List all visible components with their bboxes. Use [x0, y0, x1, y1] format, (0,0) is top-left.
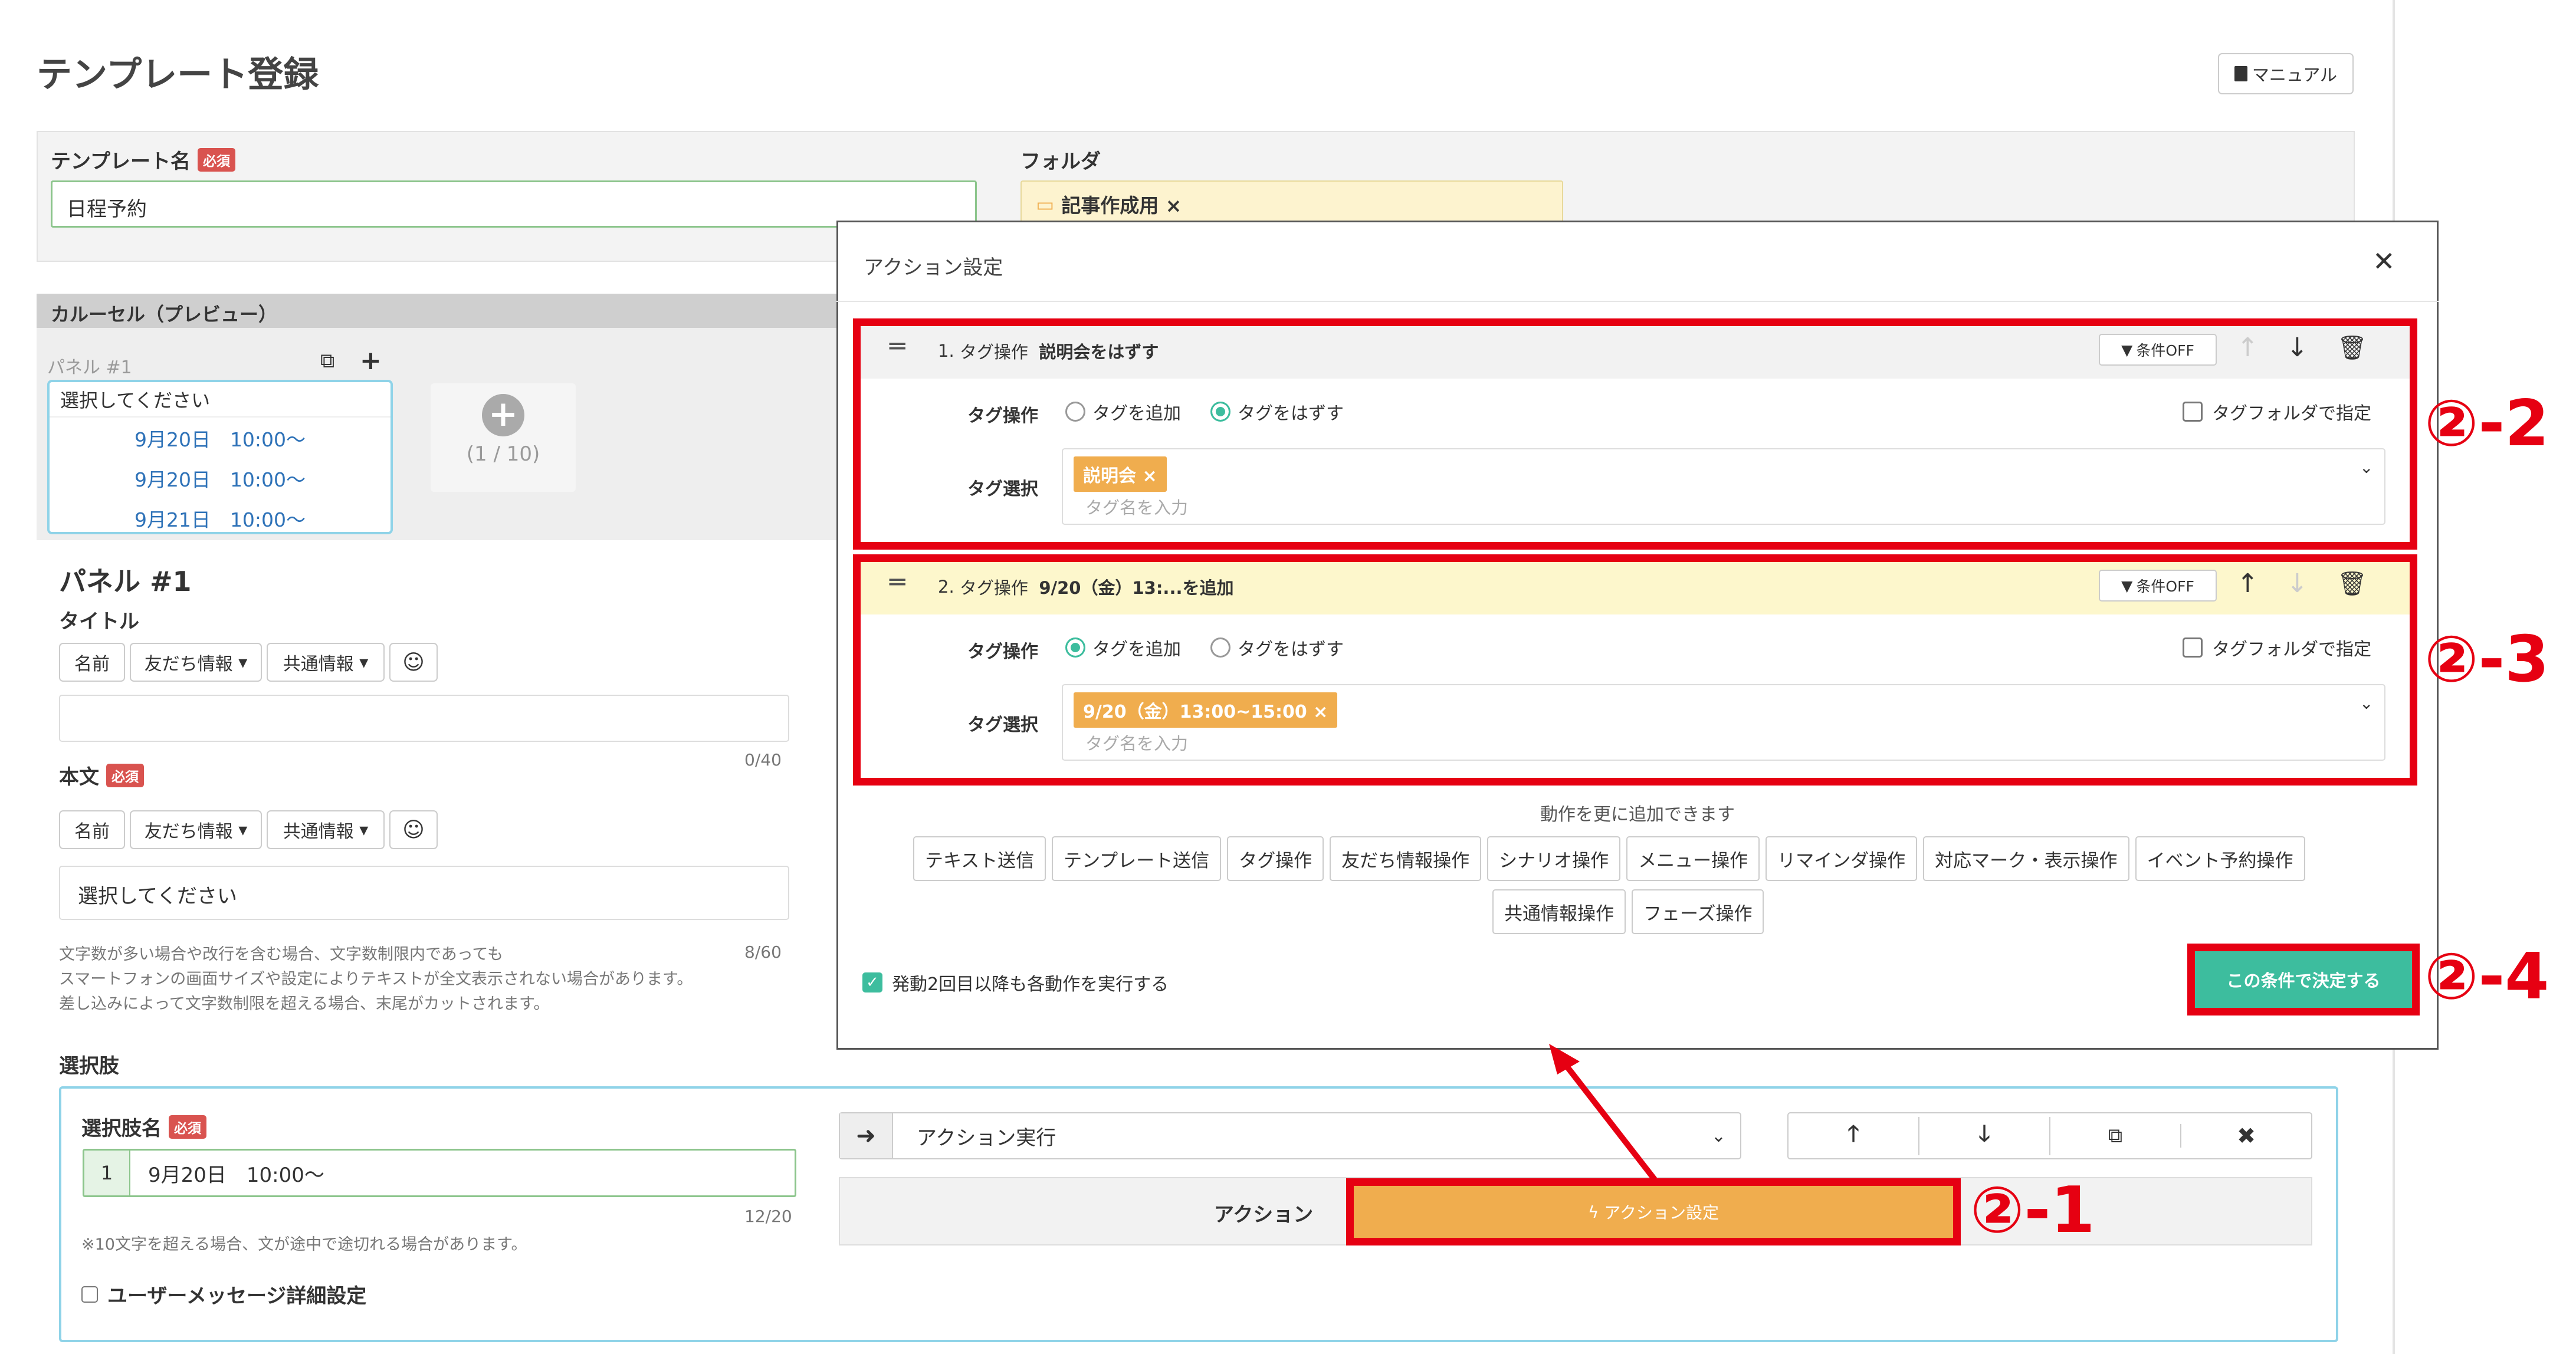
body-insert-toolbar: 名前 友だち情報 ▾ 共通情報 ▾ ☺: [59, 810, 438, 849]
add-scenario-op-button[interactable]: シナリオ操作: [1487, 836, 1621, 881]
user-message-setting[interactable]: ユーザーメッセージ詳細設定: [81, 1280, 366, 1309]
delete-x-icon[interactable]: ✖: [2181, 1123, 2311, 1149]
confirm-button[interactable]: この条件で決定する: [2187, 944, 2420, 1016]
add-panel-icon[interactable]: +: [360, 346, 382, 376]
add-reminder-op-button[interactable]: リマインダ操作: [1766, 836, 1918, 881]
bolt-icon: ϟ: [1588, 1202, 1604, 1222]
choices-label: 選択肢: [59, 1054, 119, 1078]
body-count: 8/60: [744, 942, 782, 962]
add-action-row-2: 共通情報操作 フェーズ操作: [1492, 889, 1764, 934]
manual-button[interactable]: マニュアル: [2218, 53, 2354, 94]
move-up-icon[interactable]: 🡑: [1789, 1116, 1919, 1155]
preview-title: 選択してください: [50, 382, 390, 418]
emoji-icon[interactable]: ☺: [389, 810, 438, 849]
body-notes: 文字数が多い場合や改行を含む場合、文字数制限内であっても スマートフォンの画面サイ…: [59, 945, 693, 1013]
insert-friend-info-button[interactable]: 友だち情報 ▾: [130, 643, 262, 682]
title-input[interactable]: [59, 695, 789, 742]
carousel-header: カルーセル（プレビュー）: [37, 294, 851, 328]
plus-circle-icon: +: [482, 394, 524, 436]
user-message-checkbox[interactable]: [81, 1286, 98, 1303]
preview-choice[interactable]: 9月21日 10:00〜: [50, 500, 390, 540]
close-icon[interactable]: ✕: [2372, 245, 2395, 277]
choice-count: 12/20: [744, 1207, 792, 1226]
emoji-icon[interactable]: ☺: [389, 643, 438, 682]
title-label: タイトル: [59, 610, 139, 633]
add-event-op-button[interactable]: イベント予約操作: [2135, 836, 2305, 881]
repeat-actions-checkbox[interactable]: ✓ 発動2回目以降も各動作を実行する: [862, 970, 1169, 995]
folder-label: フォルダ: [1020, 150, 1101, 173]
preview-card[interactable]: 選択してください 9月20日 10:00〜 9月20日 10:00〜 9月21日…: [47, 380, 393, 534]
add-mark-op-button[interactable]: 対応マーク・表示操作: [1923, 836, 2129, 881]
choice-name-value: 9月20日 10:00〜: [148, 1163, 324, 1187]
add-action-row-1: テキスト送信 テンプレート送信 タグ操作 友だち情報操作 シナリオ操作 メニュー…: [913, 836, 2305, 881]
chevron-down-icon: ⌄: [1711, 1125, 1726, 1146]
annotation-2-3: ②-3: [2424, 623, 2549, 696]
title-count: 0/40: [744, 750, 782, 770]
body-label: 本文 必須: [59, 761, 144, 790]
insert-friend-info-button[interactable]: 友だち情報 ▾: [130, 810, 262, 849]
page-title: テンプレート登録: [37, 54, 319, 96]
copy-icon[interactable]: ⧉: [2050, 1124, 2181, 1148]
annotation-2-2: ②-2: [2424, 387, 2549, 461]
add-tag-op-button[interactable]: タグ操作: [1227, 836, 1324, 881]
choice-order-toolbar: 🡑 🡓 ⧉ ✖: [1787, 1112, 2312, 1159]
highlight-frame-action-2: [853, 554, 2417, 786]
choice-index: 1: [84, 1151, 130, 1195]
add-card[interactable]: + (1 / 10): [431, 383, 576, 492]
choice-name-label: 選択肢名 必須: [81, 1112, 206, 1141]
choice-note: ※10文字を超える場合、文が途中で途切れる場合があります。: [81, 1235, 527, 1254]
annotation-2-4: ②-4: [2424, 940, 2549, 1014]
annotation-2-1: ②-1: [1970, 1174, 2095, 1247]
add-common-info-op-button[interactable]: 共通情報操作: [1492, 889, 1626, 934]
modal-divider: [836, 301, 2439, 302]
preview-choice[interactable]: 9月20日 10:00〜: [50, 460, 390, 500]
add-template-send-button[interactable]: テンプレート送信: [1052, 836, 1222, 881]
panel-heading: パネル #1: [59, 566, 192, 597]
template-name-label: テンプレート名 必須: [51, 145, 235, 174]
folder-icon: ▭: [1036, 192, 1055, 216]
add-text-send-button[interactable]: テキスト送信: [913, 836, 1046, 881]
check-icon[interactable]: ✓: [862, 972, 882, 993]
add-more-text: 動作を更に追加できます: [1540, 804, 1735, 825]
highlight-frame-action-1: [853, 318, 2417, 550]
add-phase-op-button[interactable]: フェーズ操作: [1632, 889, 1764, 934]
annotation-arrow: [1549, 1044, 1657, 1182]
panel-counter: (1 / 10): [466, 442, 540, 466]
title-insert-toolbar: 名前 友だち情報 ▾ 共通情報 ▾ ☺: [59, 643, 438, 682]
add-menu-op-button[interactable]: メニュー操作: [1626, 836, 1760, 881]
add-friend-info-op-button[interactable]: 友だち情報操作: [1330, 836, 1482, 881]
modal-title: アクション設定: [864, 256, 1003, 280]
insert-name-button[interactable]: 名前: [59, 810, 125, 849]
book-icon: [2234, 66, 2247, 81]
body-input[interactable]: 選択してください: [59, 866, 789, 920]
move-down-icon[interactable]: 🡓: [1919, 1116, 2050, 1155]
insert-common-info-button[interactable]: 共通情報 ▾: [267, 810, 385, 849]
insert-name-button[interactable]: 名前: [59, 643, 125, 682]
panel-tag: パネル #1: [47, 357, 132, 378]
preview-choice[interactable]: 9月20日 10:00〜: [50, 420, 390, 460]
action-label: アクション: [1214, 1203, 1314, 1227]
insert-common-info-button[interactable]: 共通情報 ▾: [267, 643, 385, 682]
copy-icon[interactable]: ⧉: [320, 349, 334, 373]
arrow-right-icon: ➜: [840, 1113, 893, 1158]
choice-name-input[interactable]: 1 9月20日 10:00〜: [83, 1149, 796, 1197]
